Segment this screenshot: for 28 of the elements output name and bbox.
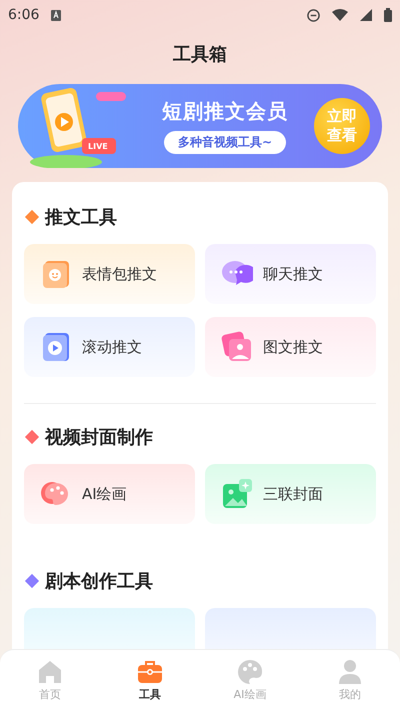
section-title: 视频封面制作: [45, 426, 153, 449]
keyboard-indicator-icon: [51, 10, 62, 20]
nav-tab[interactable]: 工具: [100, 650, 200, 710]
tool-tile[interactable]: 滚动推文: [24, 317, 195, 377]
section-title: 剧本创作工具: [45, 570, 153, 593]
toolbox-icon: [137, 658, 163, 684]
do-not-disturb-icon: [307, 8, 320, 22]
play-icon: [40, 331, 72, 363]
palette-icon: [237, 658, 263, 684]
tool-tile[interactable]: 表情包推文: [24, 244, 195, 304]
signal-icon: [360, 9, 372, 21]
person-icon: [337, 658, 363, 684]
tool-tile[interactable]: 聊天推文: [205, 244, 376, 304]
tool-tile[interactable]: AI绘画: [24, 464, 195, 524]
status-time: 6:06: [8, 7, 40, 23]
tool-tile[interactable]: 三联封面: [205, 464, 376, 524]
membership-banner[interactable]: LIVE 短剧推文会员 多种音视频工具~ 立即查看: [18, 84, 382, 168]
banner-title: 短剧推文会员: [162, 98, 288, 125]
photo-icon: [221, 331, 253, 363]
section-title: 推文工具: [45, 206, 117, 229]
battery-icon: [384, 8, 392, 22]
banner-subtitle: 多种音视频工具~: [164, 131, 286, 154]
smiley-icon: [40, 258, 72, 290]
wifi-icon: [332, 9, 348, 21]
page-title: 工具箱: [172, 43, 228, 67]
home-icon: [37, 658, 63, 684]
picture-icon: [221, 478, 253, 510]
tool-tile[interactable]: 图文推文: [205, 317, 376, 377]
